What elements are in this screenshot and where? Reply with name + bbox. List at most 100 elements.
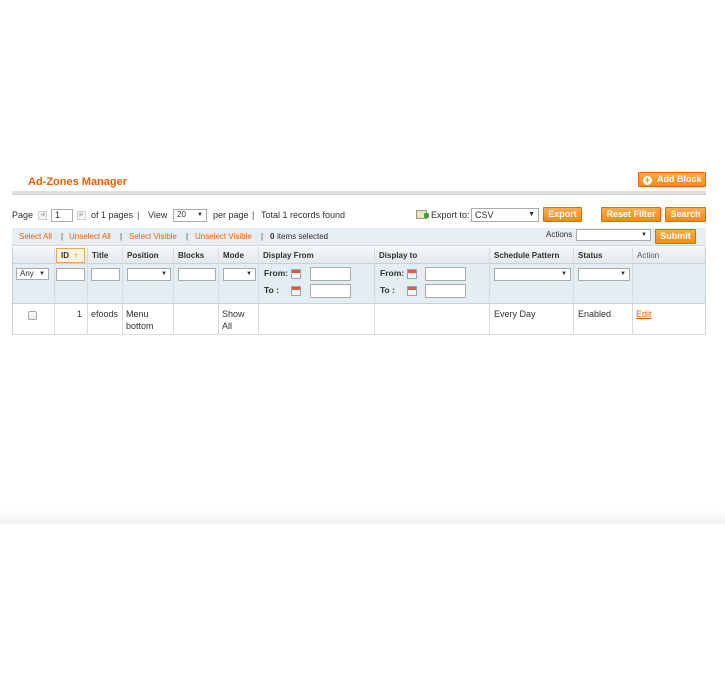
- calendar-icon[interactable]: [291, 269, 301, 279]
- search-button[interactable]: Search: [665, 207, 706, 222]
- select-visible-link[interactable]: Select Visible: [129, 228, 177, 245]
- massaction-filter-value: Any: [20, 269, 34, 278]
- of-pages-text: of 1 pages: [91, 210, 134, 220]
- chevron-down-icon: ▼: [246, 271, 252, 277]
- massaction-filter-select[interactable]: Any ▼: [16, 268, 49, 280]
- column-header-id-label: ID: [61, 251, 69, 260]
- select-all-link[interactable]: Select All: [19, 228, 52, 245]
- total-records: Total 1 records found: [261, 210, 346, 220]
- column-divider: [87, 247, 88, 335]
- row-schedule: Every Day: [494, 309, 536, 319]
- actions-select[interactable]: ▼: [576, 229, 651, 241]
- grid-filter-row: Any ▼ ▼ ▼ From: To : From: To : ▼ ▼: [12, 264, 706, 304]
- chevron-down-icon: ▼: [161, 271, 167, 277]
- ad-zones-grid: ID ↑ Title Position Blocks Mode Display F…: [12, 247, 706, 335]
- display-from-from-input[interactable]: [310, 267, 351, 281]
- id-filter-input[interactable]: [56, 268, 85, 281]
- column-header-status[interactable]: Status: [574, 247, 602, 264]
- per-page-select[interactable]: 20 ▼: [173, 209, 207, 222]
- pager-separator: |: [252, 210, 255, 220]
- column-header-position[interactable]: Position: [123, 247, 159, 264]
- page-label: Page: [12, 210, 34, 220]
- chevron-down-icon: ▼: [528, 211, 535, 218]
- display-to-from-label: From:: [380, 268, 405, 278]
- row-title: efoods: [91, 309, 119, 319]
- display-to-to-label: To :: [380, 285, 395, 295]
- row-status: Enabled: [578, 309, 612, 319]
- column-divider: [122, 247, 123, 335]
- column-divider: [489, 247, 490, 335]
- chevron-down-icon: ▼: [561, 271, 567, 277]
- chevron-down-icon: ▼: [197, 212, 203, 218]
- status-filter-select[interactable]: ▼: [578, 268, 630, 281]
- export-format-value: CSV: [475, 210, 494, 220]
- export-button[interactable]: Export: [543, 207, 582, 222]
- display-to-to-input[interactable]: [425, 284, 466, 298]
- column-divider: [258, 247, 259, 335]
- column-divider: [218, 247, 219, 335]
- display-from-to-input[interactable]: [310, 284, 351, 298]
- page-title: Ad-Zones Manager: [28, 176, 128, 188]
- calendar-icon[interactable]: [291, 286, 301, 296]
- selected-count: 0: [270, 232, 275, 241]
- per-page-label: per page: [213, 210, 249, 220]
- pager-separator: |: [137, 210, 140, 220]
- actions-label: Actions: [546, 230, 573, 239]
- arrow-up-icon: ↑: [74, 251, 78, 260]
- column-header-display-to[interactable]: Display to: [375, 247, 417, 264]
- column-header-action: Action: [637, 251, 660, 260]
- grid-left-border: [12, 247, 13, 335]
- header-divider: [12, 191, 706, 195]
- display-from-from-label: From:: [264, 268, 289, 278]
- row-mode: Show All: [222, 309, 245, 331]
- row-checkbox[interactable]: [28, 311, 37, 320]
- column-header-title[interactable]: Title: [88, 247, 108, 264]
- massaction-separator: |: [120, 232, 123, 241]
- column-header-schedule-pattern[interactable]: Schedule Pattern: [490, 247, 559, 264]
- massaction-separator: |: [261, 232, 264, 241]
- export-format-select[interactable]: CSV ▼: [471, 208, 539, 222]
- mode-filter-select[interactable]: ▼: [223, 268, 256, 281]
- schedule-filter-select[interactable]: ▼: [494, 268, 571, 281]
- column-header-blocks[interactable]: Blocks: [174, 247, 204, 264]
- grid-right-border: [705, 247, 706, 335]
- column-divider: [632, 247, 633, 335]
- column-header-mode[interactable]: Mode: [219, 247, 244, 264]
- calendar-icon[interactable]: [407, 286, 417, 296]
- export-label: Export to:: [431, 210, 470, 220]
- unselect-visible-link[interactable]: Unselect Visible: [195, 228, 252, 245]
- add-block-button[interactable]: + Add Block: [638, 172, 706, 187]
- footer-band: [0, 510, 725, 524]
- chevron-down-icon: ▼: [620, 271, 626, 277]
- table-row: 1 efoods Menu bottom Show All Every Day …: [12, 305, 706, 335]
- grid-header-row: ID ↑ Title Position Blocks Mode Display F…: [12, 247, 706, 264]
- calendar-icon[interactable]: [407, 269, 417, 279]
- display-from-to-label: To :: [264, 285, 279, 295]
- row-id: 1: [76, 309, 82, 319]
- display-to-from-input[interactable]: [425, 267, 466, 281]
- position-filter-select[interactable]: ▼: [127, 268, 171, 281]
- column-divider: [54, 247, 55, 335]
- next-page-icon[interactable]: ▶: [77, 211, 86, 220]
- row-edit-link[interactable]: Edit: [636, 308, 652, 320]
- export-icon: [416, 210, 429, 219]
- column-divider: [374, 247, 375, 335]
- unselect-all-link[interactable]: Unselect All: [69, 228, 111, 245]
- column-header-id[interactable]: ID ↑: [56, 248, 85, 263]
- chevron-down-icon: ▼: [39, 271, 45, 277]
- plus-icon: +: [643, 175, 652, 185]
- massaction-separator: |: [61, 232, 64, 241]
- page-input[interactable]: 1: [51, 209, 73, 222]
- blocks-filter-input[interactable]: [178, 268, 216, 281]
- selected-suffix: items selected: [277, 232, 329, 241]
- column-divider: [573, 247, 574, 335]
- column-divider: [173, 247, 174, 335]
- reset-filter-button[interactable]: Reset Filter: [601, 207, 661, 222]
- massaction-bar: Select All | Unselect All | Select Visib…: [12, 228, 706, 246]
- massaction-separator: |: [186, 232, 189, 241]
- submit-button[interactable]: Submit: [655, 229, 696, 244]
- title-filter-input[interactable]: [91, 268, 120, 281]
- page-content: Ad-Zones Manager + Add Block Page ◀ 1 ▶ o…: [0, 0, 725, 522]
- column-header-display-from[interactable]: Display From: [259, 247, 314, 264]
- prev-page-icon[interactable]: ◀: [38, 211, 47, 220]
